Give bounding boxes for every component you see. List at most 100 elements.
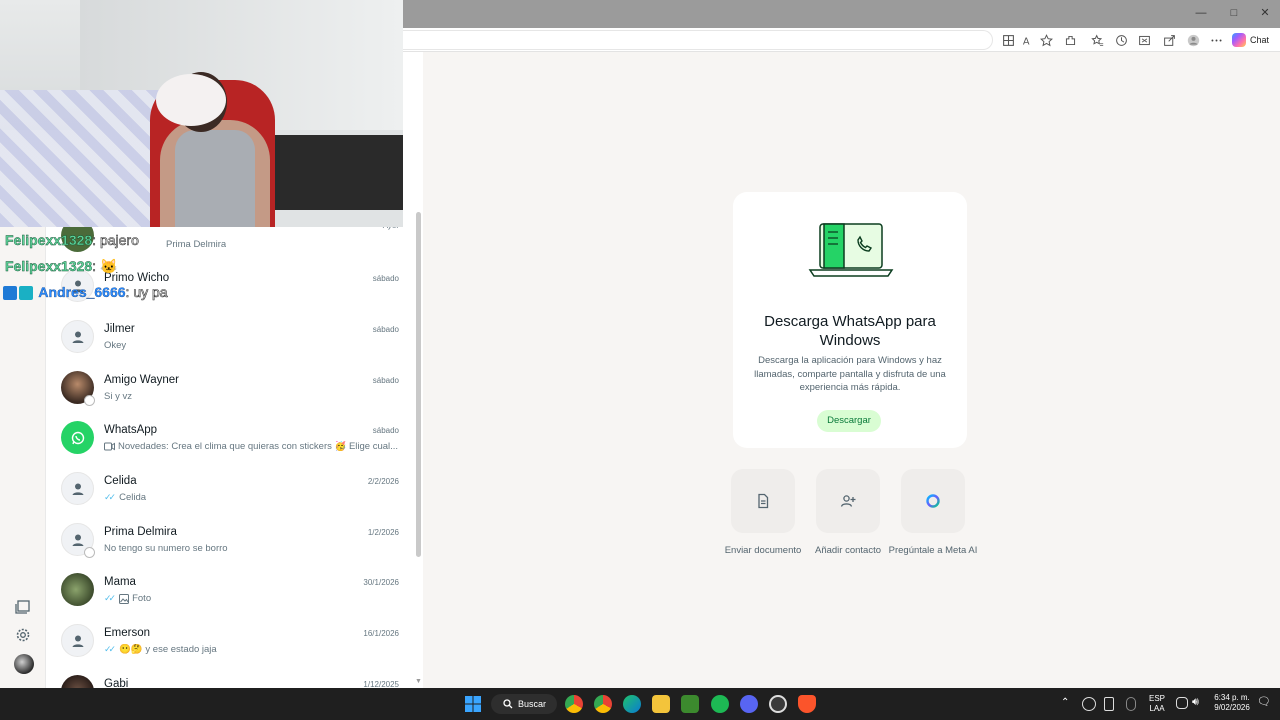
tray-app-icon[interactable] (1082, 697, 1096, 711)
double-check-icon: ✓✓ (104, 492, 116, 502)
chat-row-3[interactable]: Amigo Wayner Si y vz sábado (46, 364, 416, 415)
more-options-icon[interactable] (1208, 32, 1224, 48)
volume-icon[interactable]: 🔊︎ (1192, 697, 1199, 708)
notifications-icon[interactable]: 🗨︎ (1257, 697, 1271, 708)
person-icon (72, 331, 83, 343)
minimize-button[interactable]: — (1186, 4, 1216, 22)
favorite-star-icon[interactable] (1038, 32, 1054, 48)
screenshot-icon[interactable] (1136, 32, 1152, 48)
chrome-profile-icon[interactable] (594, 695, 612, 713)
chat-name: Gabi (104, 678, 129, 688)
chat-name: Emerson (104, 627, 151, 639)
usb-icon[interactable] (1104, 697, 1114, 711)
svg-text:A: A (1022, 36, 1029, 46)
obs-icon[interactable] (769, 695, 787, 713)
status-ring-icon (84, 547, 95, 558)
settings-gear-icon[interactable] (15, 627, 31, 643)
chat-time: sábado (372, 325, 399, 334)
tray-expand-icon[interactable]: ⌃ (1061, 698, 1069, 708)
maximize-button[interactable]: □ (1219, 4, 1249, 22)
copilot-icon (1232, 33, 1246, 47)
windows-start-icon[interactable] (464, 695, 482, 713)
ask-meta-ai-label: Pregúntale a Meta AI (888, 545, 978, 556)
network-icon[interactable] (1176, 697, 1188, 709)
chat-avatar (61, 421, 94, 454)
chat-time: 1/2/2026 (367, 528, 399, 537)
copilot-chat-label: Chat (1250, 35, 1270, 45)
webcam-overlay (0, 0, 403, 227)
app-available-icon[interactable] (1000, 32, 1016, 48)
chat-avatar (61, 320, 94, 353)
chat-name: WhatsApp (104, 424, 158, 436)
history-icon[interactable] (1113, 32, 1129, 48)
file-explorer-icon[interactable] (652, 695, 670, 713)
profile-icon[interactable] (1185, 32, 1201, 48)
keyboard-layout: LAA (1149, 704, 1165, 713)
chat-preview: Celida (119, 492, 147, 503)
chat-row-8[interactable]: Emerson ✓✓ 😶🤔 y ese estado jaja 16/1/202… (46, 617, 416, 668)
chat-preview: Prima Delmira (166, 239, 227, 250)
windows-taskbar: Buscar ⌃ ESP LAA 🔊︎ 6:34 p. m. 9/02/2026… (0, 688, 1280, 720)
chrome-icon[interactable] (565, 695, 583, 713)
address-bar[interactable] (403, 30, 993, 50)
ask-meta-ai-button[interactable] (901, 469, 965, 533)
language-code: ESP (1148, 694, 1165, 703)
send-document-button[interactable] (731, 469, 795, 533)
chat-preview-wrap: ✓✓ Celida (104, 492, 146, 503)
chat-name: Amigo Wayner (104, 374, 179, 386)
close-button[interactable]: ✕ (1250, 4, 1280, 22)
copilot-chat-button[interactable]: Chat (1232, 31, 1269, 49)
chat-time: sábado (372, 376, 399, 385)
read-aloud-icon[interactable]: A (1020, 32, 1036, 48)
chat-time: 16/1/2026 (363, 629, 399, 638)
stream-chat-message: : uy pa (125, 284, 168, 301)
chat-preview-wrap: ✓✓ Foto (104, 593, 151, 604)
person-icon (72, 635, 83, 647)
stream-chat-line: Felipexx1328: 🐱 (5, 258, 118, 275)
chat-preview-wrap: ✓✓ 😶🤔 y ese estado jaja (104, 644, 217, 655)
photo-icon (119, 593, 130, 604)
profile-avatar[interactable] (14, 654, 34, 674)
media-icon[interactable] (15, 599, 31, 615)
chat-preview: No tengo su numero se borro (104, 543, 228, 554)
badge-icon (19, 286, 33, 301)
chat-avatar (61, 573, 94, 606)
edge-icon[interactable] (623, 695, 641, 713)
chat-row-9[interactable]: Gabi 1/12/2025 (46, 668, 416, 688)
chat-list-scrollbar[interactable] (416, 212, 421, 557)
clock-date: 9/02/2026 (1214, 703, 1250, 712)
chat-row-5[interactable]: Celida ✓✓ Celida 2/2/2026 (46, 465, 416, 516)
laptop-phone-illustration-icon (808, 223, 894, 277)
scroll-down-arrow-icon[interactable]: ▼ (415, 678, 422, 685)
clock[interactable]: 6:34 p. m. 9/02/2026 (1207, 693, 1257, 713)
clock-time: 6:34 p. m. (1214, 693, 1250, 702)
download-description: Descarga la aplicación para Windows y ha… (754, 355, 946, 393)
microphone-icon[interactable] (1126, 697, 1136, 711)
status-ring-icon (84, 395, 95, 406)
add-contact-icon (840, 495, 856, 507)
stream-chat-message: : pajero (92, 232, 139, 249)
chat-row-7[interactable]: Mama ✓✓ Foto 30/1/2026 (46, 566, 416, 617)
meta-ai-icon (926, 494, 940, 508)
person-icon (72, 534, 83, 546)
chat-row-4[interactable]: WhatsApp Novedades: Crea el clima que qu… (46, 414, 416, 465)
add-contact-button[interactable] (816, 469, 880, 533)
taskbar-search[interactable]: Buscar (491, 694, 557, 714)
chat-row-2[interactable]: Jilmer Okey sábado (46, 313, 416, 364)
chat-preview-wrap: Novedades: Crea el clima que quieras con… (104, 441, 398, 452)
extensions-icon[interactable] (1062, 32, 1078, 48)
favorites-icon[interactable] (1089, 32, 1105, 48)
share-icon[interactable] (1161, 32, 1177, 48)
stream-chat-user: Andres_6666 (38, 284, 126, 300)
discord-icon[interactable] (740, 695, 758, 713)
brave-icon[interactable] (798, 695, 816, 713)
chat-row-6[interactable]: Prima Delmira No tengo su numero se borr… (46, 516, 416, 567)
download-button[interactable]: Descargar (817, 410, 881, 432)
spotify-icon[interactable] (711, 695, 729, 713)
chat-avatar (61, 624, 94, 657)
chat-preview: Si y vz (104, 391, 132, 402)
minecraft-icon[interactable] (681, 695, 699, 713)
chat-preview: Foto (132, 593, 152, 604)
search-icon (503, 699, 513, 709)
input-language[interactable]: ESP LAA (1146, 694, 1168, 714)
